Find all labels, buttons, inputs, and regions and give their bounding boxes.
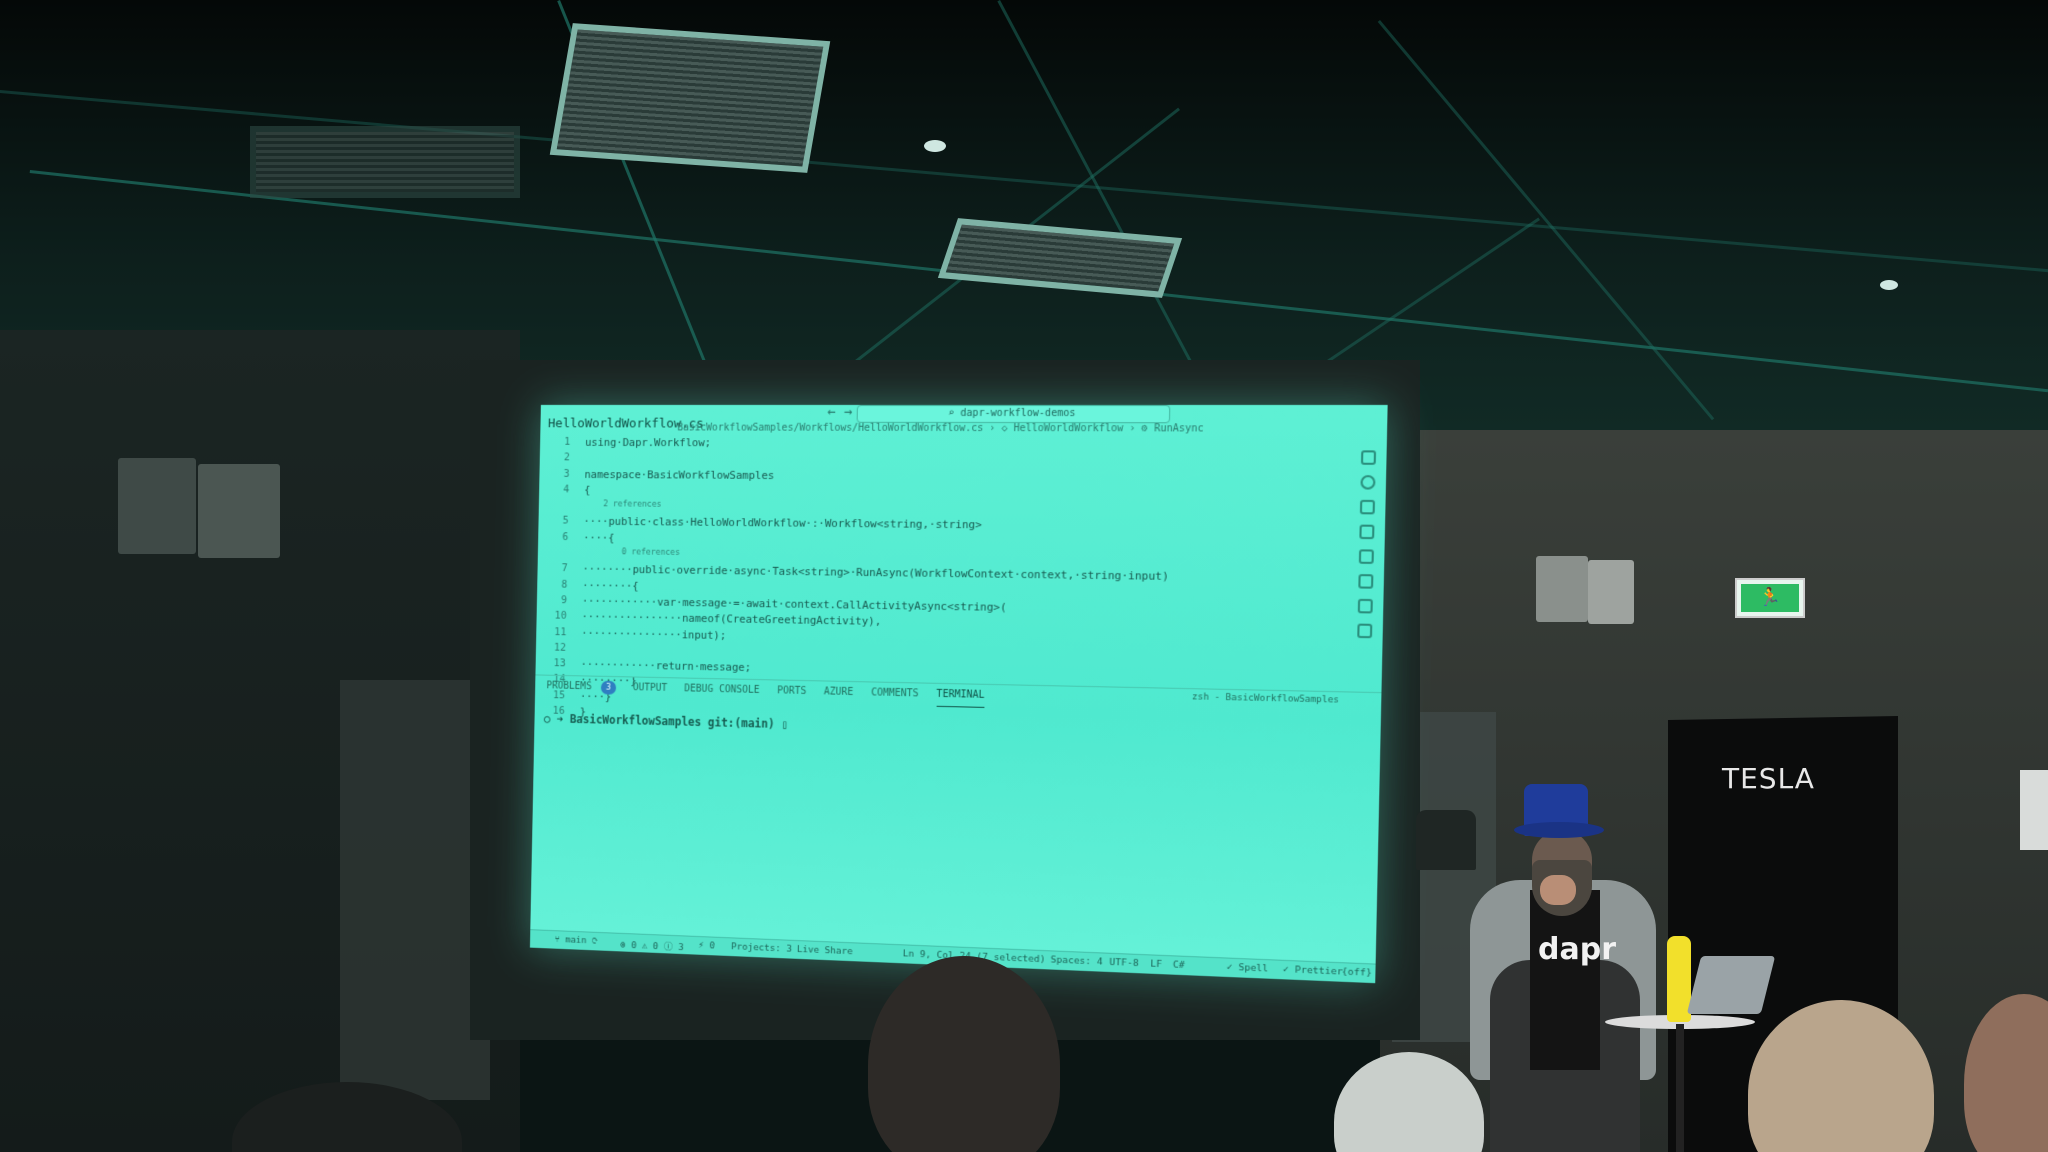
search-icon[interactable] (1360, 475, 1376, 490)
ceiling-light (924, 140, 946, 152)
door-sign: TESLA (1722, 762, 1815, 795)
line-number (539, 499, 577, 515)
prettier-status[interactable]: ✓ Prettier (1283, 964, 1343, 978)
tab-ports[interactable]: PORTS (777, 680, 807, 702)
wall-speaker (1536, 556, 1588, 622)
running-man-icon: 🏃 (1741, 584, 1799, 612)
line-number: 10 (554, 610, 567, 622)
presenter-hand (1540, 875, 1576, 905)
line-number: 3 (563, 467, 570, 480)
projected-code-editor: HelloWorldWorkflow.cs ← → ⌕ dapr-workflo… (529, 404, 1388, 984)
projects-status[interactable]: Projects: 3 (731, 941, 792, 954)
ceiling-vent (549, 23, 831, 173)
ceiling-light (1880, 280, 1898, 290)
line-number: 2 (563, 451, 570, 464)
tab-problems-label: PROBLEMS (546, 680, 592, 693)
command-center-search[interactable]: ⌕ dapr-workflow-demos (856, 404, 1171, 424)
emergency-exit-sign: 🏃 (1735, 578, 1805, 618)
back-arrow-icon[interactable]: ← (827, 405, 836, 420)
tab-terminal[interactable]: TERMINAL (936, 683, 985, 708)
breadcrumb[interactable]: BasicWorkflowSamples/Workflows/HelloWorl… (677, 423, 1203, 435)
encoding-status[interactable]: UTF-8 (1109, 957, 1138, 969)
line-number: 12 (553, 641, 567, 654)
line-number (538, 547, 576, 563)
run-debug-icon[interactable] (1359, 524, 1375, 540)
source-control-icon[interactable] (1359, 499, 1375, 515)
line-number: 11 (554, 625, 567, 638)
tab-debug-console[interactable]: DEBUG CONSOLE (684, 679, 760, 702)
problems-status[interactable]: ⊗ 0 ⚠ 0 ⓘ 3 (620, 937, 684, 953)
ceiling-vent (250, 126, 520, 198)
activity-bar (1353, 440, 1381, 649)
line-number: 9 (560, 594, 568, 607)
laptop (1686, 956, 1776, 1014)
wall-panel (340, 680, 490, 1100)
language-status[interactable]: C# (1173, 959, 1185, 971)
azure-icon[interactable] (1357, 623, 1373, 639)
indentation-status[interactable]: Spaces: 4 (1050, 954, 1102, 967)
tab-problems[interactable]: PROBLEMS 3 (546, 676, 616, 699)
top-hat-brim (1514, 822, 1604, 838)
line-number: 5 (562, 515, 569, 527)
line-number: 4 (563, 483, 570, 496)
spell-status[interactable]: ✓ Spell (1226, 962, 1268, 975)
explorer-icon[interactable] (1360, 450, 1377, 465)
tab-comments[interactable]: COMMENTS (871, 682, 919, 705)
podium-table-leg (1676, 1024, 1684, 1152)
dapr-logo: dapr (1538, 932, 1616, 967)
line-number: 1 (564, 436, 571, 448)
navigation-arrows[interactable]: ← → (827, 405, 852, 420)
line-number: 13 (553, 657, 566, 670)
ports-status[interactable]: ⚡ 0 (698, 940, 715, 951)
eol-status[interactable]: LF (1150, 958, 1162, 970)
conference-room-photo: HelloWorldWorkflow.cs ← → ⌕ dapr-workflo… (0, 0, 2048, 1152)
presenter-tshirt (1530, 890, 1600, 1070)
wall-speaker (118, 458, 196, 554)
live-share-button[interactable]: Live Share (797, 944, 853, 957)
line-number: 7 (561, 562, 568, 575)
off-status[interactable]: {off} (1341, 966, 1371, 979)
branch-status[interactable]: ⑂ main ⟳ (554, 934, 597, 946)
extensions-icon[interactable] (1358, 549, 1374, 564)
presenter-shadow (1416, 810, 1476, 870)
line-number: 6 (562, 531, 569, 543)
pull-request-icon[interactable] (1357, 598, 1373, 614)
forward-arrow-icon[interactable]: → (844, 405, 853, 420)
wall-frame (2020, 770, 2048, 850)
wall-speaker (198, 464, 280, 558)
line-number: 8 (561, 578, 568, 591)
testing-icon[interactable] (1358, 574, 1374, 589)
tab-output[interactable]: OUTPUT (633, 677, 668, 699)
problems-count-badge: 3 (600, 680, 616, 695)
wall-speaker (1588, 560, 1634, 624)
tab-azure[interactable]: AZURE (824, 681, 854, 703)
